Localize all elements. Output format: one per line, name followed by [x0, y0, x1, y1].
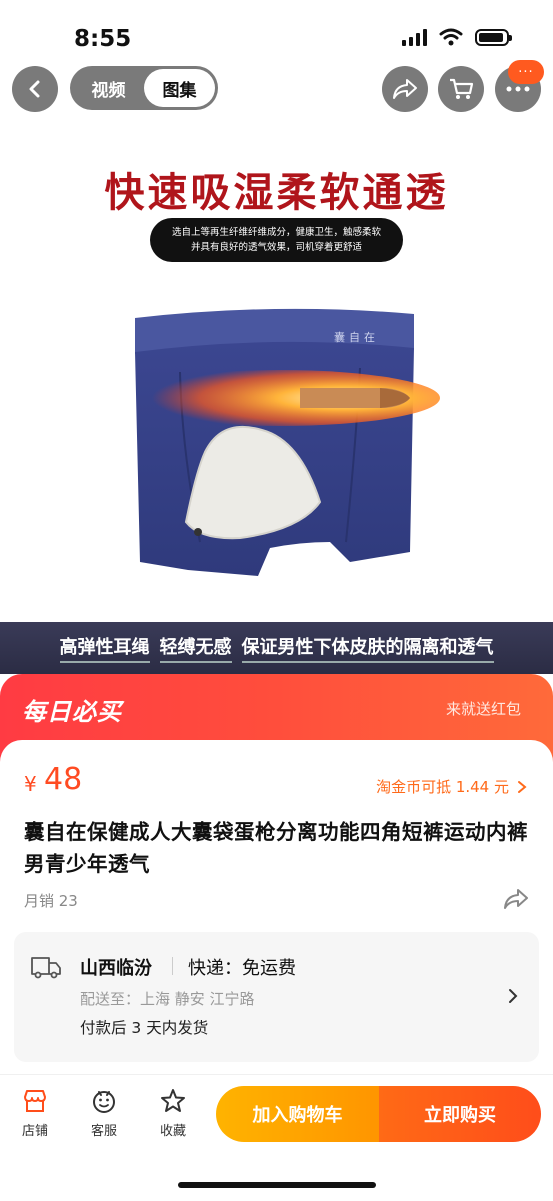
share-icon [393, 79, 417, 99]
feature-item: 轻缚无感 [159, 633, 232, 663]
chevron-right-icon [518, 780, 527, 793]
daily-deal-title: 每日必买 [22, 698, 122, 726]
favorite-label: 收藏 [159, 1124, 186, 1139]
customer-service-icon [93, 1091, 115, 1113]
red-packet-text[interactable]: 来就送红包 [446, 698, 521, 719]
favorite-tab[interactable]: 收藏 [143, 1088, 203, 1139]
star-icon [161, 1089, 185, 1112]
chevron-right-icon [508, 988, 518, 1008]
battery-icon [475, 28, 512, 46]
feature-item: 高弹性耳绳 [59, 633, 150, 663]
share-button[interactable] [382, 66, 428, 112]
coin-discount-text: 淘金币可抵 1.44 元 [376, 778, 509, 796]
tab-video[interactable]: 视频 [73, 69, 144, 107]
more-icon [506, 86, 530, 92]
feature-strip: 高弹性耳绳 轻缚无感 保证男性下体皮肤的隔离和透气 [0, 622, 553, 674]
waistband-brand: 囊自在 [334, 331, 379, 344]
status-time: 8:55 [74, 26, 132, 52]
media-tabs: 视频 图集 [70, 66, 218, 110]
share-product-button[interactable] [503, 888, 529, 914]
chevron-left-icon [29, 80, 40, 98]
buy-now-button[interactable]: 立即购买 [379, 1086, 541, 1142]
service-label: 客服 [90, 1124, 117, 1139]
status-icons [402, 28, 512, 46]
price: 48 [44, 762, 83, 797]
currency-symbol: ¥ [24, 772, 37, 796]
notification-badge: ··· [508, 60, 544, 84]
shop-tab[interactable]: 店铺 [5, 1088, 65, 1139]
home-indicator [178, 1182, 376, 1188]
product-title: 囊自在保健成人大囊袋蛋枪分离功能四角短裤运动内裤男青少年透气 [24, 820, 528, 876]
express-fee: 快递：免运费 [188, 958, 296, 979]
cart-icon [450, 78, 474, 99]
back-button[interactable] [12, 66, 58, 112]
coin-discount-link[interactable]: 淘金币可抵 1.44 元 [376, 776, 527, 797]
dispatch-time: 付款后 3 天内发货 [80, 1019, 209, 1037]
service-tab[interactable]: 客服 [74, 1088, 134, 1139]
tab-gallery[interactable]: 图集 [144, 69, 215, 107]
hero-description-line1: 选自上等再生纤维纤维成分，健康卫生，触感柔软 [171, 227, 381, 238]
divider [172, 957, 173, 975]
feature-item: 保证男性下体皮肤的隔离和透气 [241, 633, 494, 663]
truck-icon [30, 954, 62, 984]
cart-button[interactable] [438, 66, 484, 112]
monthly-sales: 月销 23 [24, 892, 78, 910]
deliver-address: 配送至：上海 静安 江宁路 [80, 990, 255, 1008]
shop-icon [24, 1090, 46, 1112]
hero-description: 选自上等再生纤维纤维成分，健康卫生，触感柔软 并具有良好的透气效果，司机穿着更舒… [150, 218, 403, 262]
share-icon [504, 889, 528, 909]
ship-origin: 山西临汾 [80, 958, 152, 979]
wifi-icon [439, 28, 463, 46]
add-to-cart-button[interactable]: 加入购物车 [216, 1086, 379, 1142]
signal-icon [402, 28, 427, 46]
hero-description-line2: 并具有良好的透气效果，司机穿着更舒适 [190, 242, 362, 253]
shop-label: 店铺 [21, 1124, 48, 1139]
hero-headline: 快速吸湿柔软通透 [104, 169, 449, 216]
